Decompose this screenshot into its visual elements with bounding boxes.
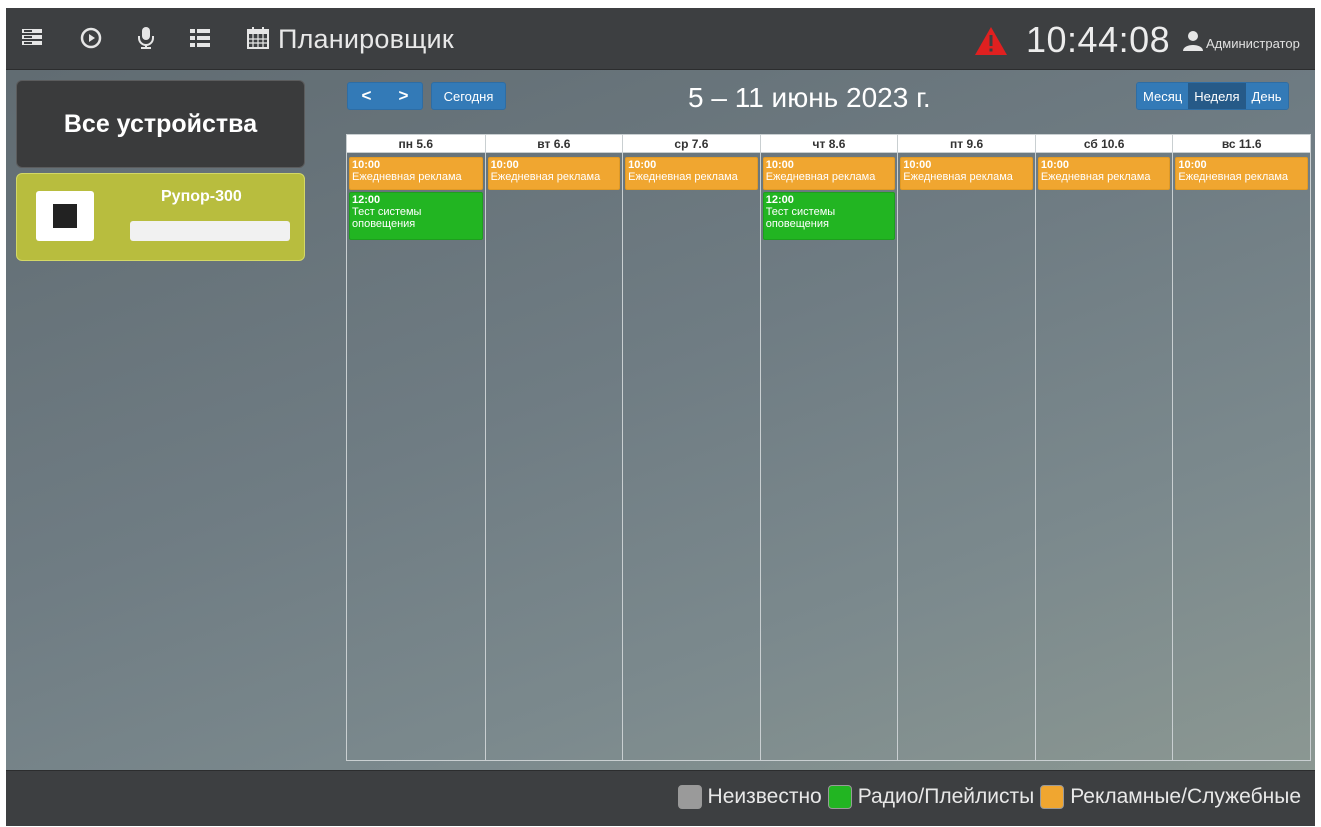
- event-time: 12:00: [765, 194, 794, 206]
- event-title: Ежедневная реклама: [490, 171, 601, 183]
- event-time: 10:00: [490, 159, 519, 171]
- all-devices-button[interactable]: Все устройства: [16, 80, 305, 168]
- page-title: Планировщик: [278, 24, 454, 54]
- event-title: Ежедневная реклама: [628, 171, 738, 183]
- view-switcher: Месяц Неделя День: [1136, 82, 1289, 110]
- device-name: Рупор-300: [161, 188, 242, 205]
- day-header: пн 5.6: [347, 135, 485, 153]
- stop-button[interactable]: [36, 191, 94, 241]
- legend-swatch: [677, 785, 702, 809]
- legend-label: Радио/Плейлисты: [857, 785, 1035, 808]
- footer-bar: Неизвестно Радио/Плейлисты Рекламные/Служе…: [6, 770, 1315, 826]
- day-header: сб 10.6: [1035, 135, 1173, 153]
- day-header: вт 6.6: [485, 135, 623, 153]
- event-title: Тест системы оповещения: [765, 206, 836, 230]
- day-header: вс 11.6: [1173, 135, 1310, 153]
- event-time: 12:00: [352, 194, 381, 206]
- radio-event[interactable]: 12:00 Тест системы оповещения: [349, 192, 483, 240]
- event-title: Ежедневная реклама: [352, 171, 462, 183]
- clock: 10:44:08: [1026, 19, 1171, 60]
- list-icon[interactable]: [188, 26, 212, 50]
- day-column[interactable]: ср 7.6 10:00 Ежедневная реклама: [622, 135, 760, 760]
- nav-button-group: < >: [347, 82, 423, 110]
- event-title: Ежедневная реклама: [1040, 171, 1151, 183]
- legend-swatch: [827, 785, 852, 809]
- user-icon[interactable]: [1182, 30, 1204, 52]
- play-circle-icon[interactable]: [79, 26, 103, 50]
- next-button[interactable]: >: [385, 83, 422, 109]
- legend-label: Неизвестно: [707, 785, 822, 808]
- calendar-icon[interactable]: [246, 26, 270, 50]
- radio-event[interactable]: 12:00 Тест системы оповещения: [762, 192, 896, 240]
- day-header: чт 8.6: [760, 135, 898, 153]
- day-header: пт 9.6: [898, 135, 1035, 153]
- event-time: 10:00: [765, 159, 794, 171]
- event-time: 10:00: [1040, 159, 1069, 171]
- event-title: Ежедневная реклама: [903, 171, 1013, 183]
- day-header: ср 7.6: [623, 135, 760, 153]
- event-time: 10:00: [352, 159, 381, 171]
- event-title: Ежедневная реклама: [1178, 171, 1289, 183]
- day-column[interactable]: пн 5.6 10:00 Ежедневная реклама 12:00 Тест с…: [347, 135, 485, 760]
- ad-event[interactable]: 10:00 Ежедневная реклама: [487, 157, 621, 190]
- view-month-button[interactable]: Месяц: [1137, 83, 1189, 109]
- date-range-title: 5 – 11 июнь 2023 г.: [688, 82, 931, 113]
- server-icon[interactable]: [20, 26, 44, 50]
- microphone-icon[interactable]: [134, 26, 158, 50]
- legend-label: Рекламные/Служебные: [1070, 785, 1301, 808]
- day-column[interactable]: вт 6.6 10:00 Ежедневная реклама: [484, 135, 623, 760]
- user-name[interactable]: Администратор: [1206, 36, 1300, 51]
- ad-event[interactable]: 10:00 Ежедневная реклама: [349, 157, 483, 190]
- day-column[interactable]: вс 11.6 10:00 Ежедневная реклама: [1172, 135, 1310, 760]
- prev-button[interactable]: <: [348, 83, 385, 109]
- event-time: 10:00: [1178, 159, 1207, 171]
- ad-event[interactable]: 10:00 Ежедневная реклама: [762, 157, 896, 190]
- view-week-button[interactable]: Неделя: [1188, 83, 1246, 109]
- day-column[interactable]: чт 8.6 10:00 Ежедневная реклама 12:00 Тест с…: [759, 135, 898, 760]
- event-time: 10:00: [628, 159, 657, 171]
- ad-event[interactable]: 10:00 Ежедневная реклама: [1175, 157, 1308, 190]
- day-column[interactable]: сб 10.6 10:00 Ежедневная реклама: [1034, 135, 1173, 760]
- event-title: Ежедневная реклама: [765, 171, 876, 183]
- device-status-bar: [130, 221, 290, 241]
- week-calendar: пн 5.6 10:00 Ежедневная реклама 12:00 Тест с…: [346, 134, 1311, 761]
- stop-icon: [53, 204, 77, 228]
- device-card[interactable]: Рупор-300: [16, 173, 305, 261]
- app-window: Планировщик 10:44:08 Администратор Все у…: [6, 8, 1315, 826]
- event-time: 10:00: [903, 159, 932, 171]
- day-column[interactable]: пт 9.6 10:00 Ежедневная реклама: [897, 135, 1035, 760]
- ad-event[interactable]: 10:00 Ежедневная реклама: [1037, 157, 1171, 190]
- view-day-button[interactable]: День: [1245, 83, 1288, 109]
- legend: Неизвестно Радио/Плейлисты Рекламные/Служе…: [677, 785, 1307, 809]
- ad-event[interactable]: 10:00 Ежедневная реклама: [625, 157, 758, 190]
- ad-event[interactable]: 10:00 Ежедневная реклама: [900, 157, 1033, 190]
- event-title: Тест системы оповещения: [352, 206, 422, 230]
- top-bar: Планировщик 10:44:08 Администратор: [6, 8, 1315, 70]
- alert-icon[interactable]: [974, 26, 1008, 56]
- legend-swatch: [1040, 785, 1065, 809]
- today-button[interactable]: Сегодня: [431, 82, 506, 110]
